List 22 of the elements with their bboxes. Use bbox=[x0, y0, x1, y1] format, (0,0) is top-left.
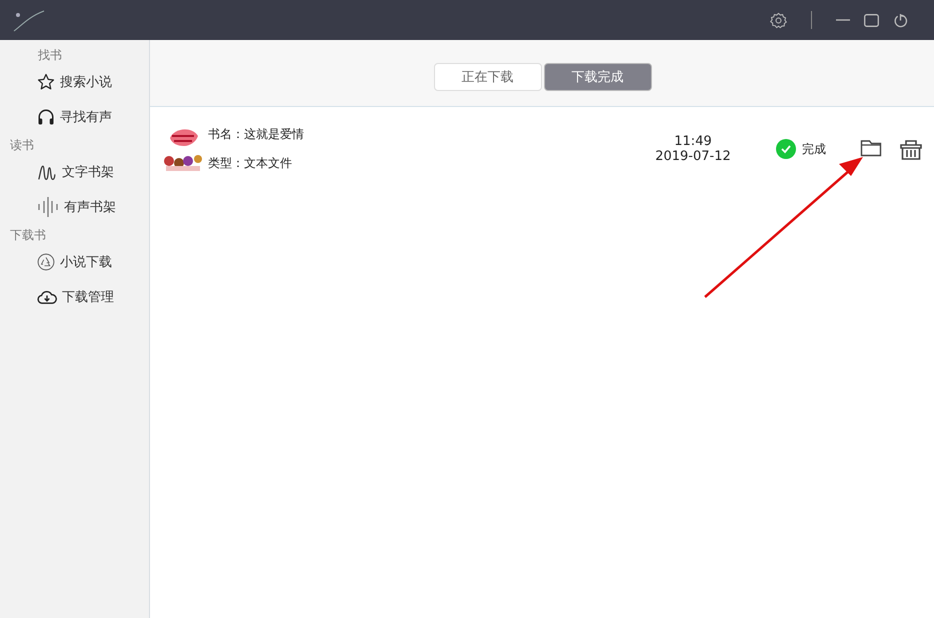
sidebar-item[interactable]: 文字书架 bbox=[0, 154, 149, 189]
section-label: 读书 bbox=[9, 137, 35, 154]
book-type: 类型：文本文件 bbox=[208, 155, 293, 172]
download-time: 11:49 bbox=[674, 134, 712, 149]
sidebar-item-label: 有声书架 bbox=[64, 198, 116, 216]
section-label: 下载书 bbox=[9, 227, 47, 244]
sidebar-item-label: 寻找有声 bbox=[60, 108, 112, 126]
sidebar-item[interactable]: 小说下载 bbox=[0, 244, 149, 279]
sidebar-item-label: 搜索小说 bbox=[60, 74, 112, 90]
tab[interactable]: 正在下载 bbox=[434, 63, 542, 91]
sidebar-item-label: 下载管理 bbox=[62, 288, 114, 306]
sidebar-item-label: 小说下载 bbox=[60, 254, 112, 270]
section-label: 找书 bbox=[37, 47, 63, 64]
book-name: 书名：这就是爱情 bbox=[208, 126, 305, 143]
sidebar-item[interactable]: 有声书架 bbox=[0, 189, 149, 224]
tab[interactable]: 下载完成 bbox=[544, 63, 652, 91]
sidebar-item-label: 文字书架 bbox=[62, 164, 114, 180]
sidebar-item[interactable]: 寻找有声 bbox=[0, 99, 149, 134]
sidebar-item[interactable]: 下载管理 bbox=[0, 279, 149, 314]
sidebar-item[interactable]: 搜索小说 bbox=[0, 64, 149, 99]
status-label: 完成 bbox=[802, 140, 826, 158]
download-date: 2019-07-12 bbox=[655, 149, 731, 164]
